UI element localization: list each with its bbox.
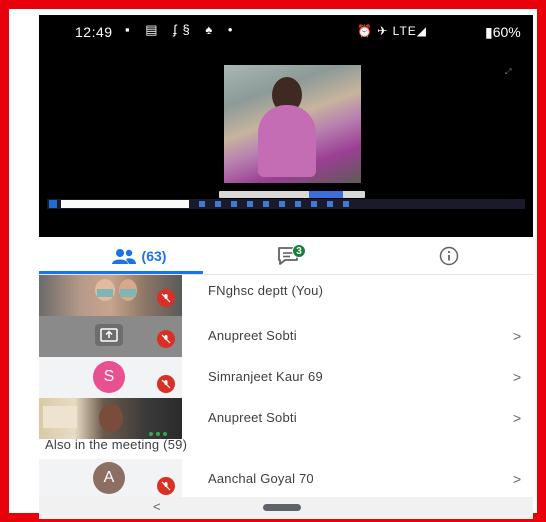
presenter-video[interactable] [224, 65, 361, 183]
tab-people[interactable]: (63) [69, 237, 209, 275]
screenshot-frame: 12:49 ▪ ▤ ʄ§ ♠ • ⏰ ✈ LTE◢ ▮60% ⤢ (63) 3 … [0, 0, 546, 522]
chevron-right-icon[interactable]: > [513, 328, 521, 344]
shared-taskbar [47, 199, 525, 209]
participant-name: Simranjeet Kaur 69 [208, 369, 323, 384]
participant-row[interactable]: Anupreet Sobti > [39, 316, 533, 357]
mic-off-icon [157, 330, 175, 348]
chevron-right-icon[interactable]: > [513, 369, 521, 385]
mic-off-icon [157, 375, 175, 393]
expand-icon[interactable]: ⤢ [505, 67, 511, 77]
participant-row[interactable]: S Simranjeet Kaur 69 > [39, 357, 533, 398]
people-count: (63) [141, 248, 167, 264]
participant-name: Anupreet Sobti [208, 410, 297, 425]
participant-name: FNghsc deptt (You) [208, 283, 324, 298]
phone-screen: 12:49 ▪ ▤ ʄ§ ♠ • ⏰ ✈ LTE◢ ▮60% ⤢ (63) 3 … [39, 15, 533, 519]
windows-start-icon [49, 200, 57, 208]
avatar: A [93, 462, 125, 494]
avatar: S [93, 361, 125, 393]
taskbar-search [61, 200, 189, 208]
stop-sharing-button [309, 191, 343, 198]
people-icon [111, 249, 136, 264]
status-time: 12:49 [75, 24, 113, 40]
battery-indicator: ▮60% [485, 24, 521, 40]
mic-off-icon [157, 289, 175, 307]
home-gesture-pill[interactable] [263, 504, 301, 511]
tab-chat[interactable]: 3 [259, 237, 319, 275]
participant-row[interactable]: A Aanchal Goyal 70 > [39, 459, 533, 497]
tab-info[interactable] [419, 237, 479, 275]
participant-row[interactable]: FNghsc deptt (You) [39, 275, 533, 316]
android-nav-bar: < [39, 497, 533, 519]
status-bar: 12:49 ▪ ▤ ʄ§ ♠ • ⏰ ✈ LTE◢ ▮60% [39, 19, 533, 45]
participant-row[interactable]: Anupreet Sobti > [39, 398, 533, 439]
participant-name: Aanchal Goyal 70 [208, 471, 314, 486]
video-area: 12:49 ▪ ▤ ʄ§ ♠ • ⏰ ✈ LTE◢ ▮60% ⤢ [39, 15, 533, 237]
info-icon [439, 246, 459, 266]
chat-unread-badge: 3 [292, 244, 306, 258]
notification-icons: ▪ ▤ ʄ§ ♠ • [125, 22, 239, 37]
back-button[interactable]: < [153, 499, 161, 514]
mic-off-icon [157, 477, 175, 495]
shared-screen-caption-bar [219, 191, 365, 198]
system-icons: ⏰ ✈ LTE◢ [357, 24, 428, 38]
active-tab-indicator [39, 271, 203, 274]
taskbar-app-icons [199, 201, 349, 207]
presenter-body [258, 105, 316, 177]
participant-name: Anupreet Sobti [208, 328, 297, 343]
chevron-right-icon[interactable]: > [513, 410, 521, 426]
present-screen-icon [100, 328, 118, 342]
also-in-meeting-label: Also in the meeting (59) [45, 437, 188, 452]
meeting-tabs: (63) 3 [39, 237, 533, 275]
participant-video-thumb [39, 398, 182, 439]
chevron-right-icon[interactable]: > [513, 471, 521, 487]
